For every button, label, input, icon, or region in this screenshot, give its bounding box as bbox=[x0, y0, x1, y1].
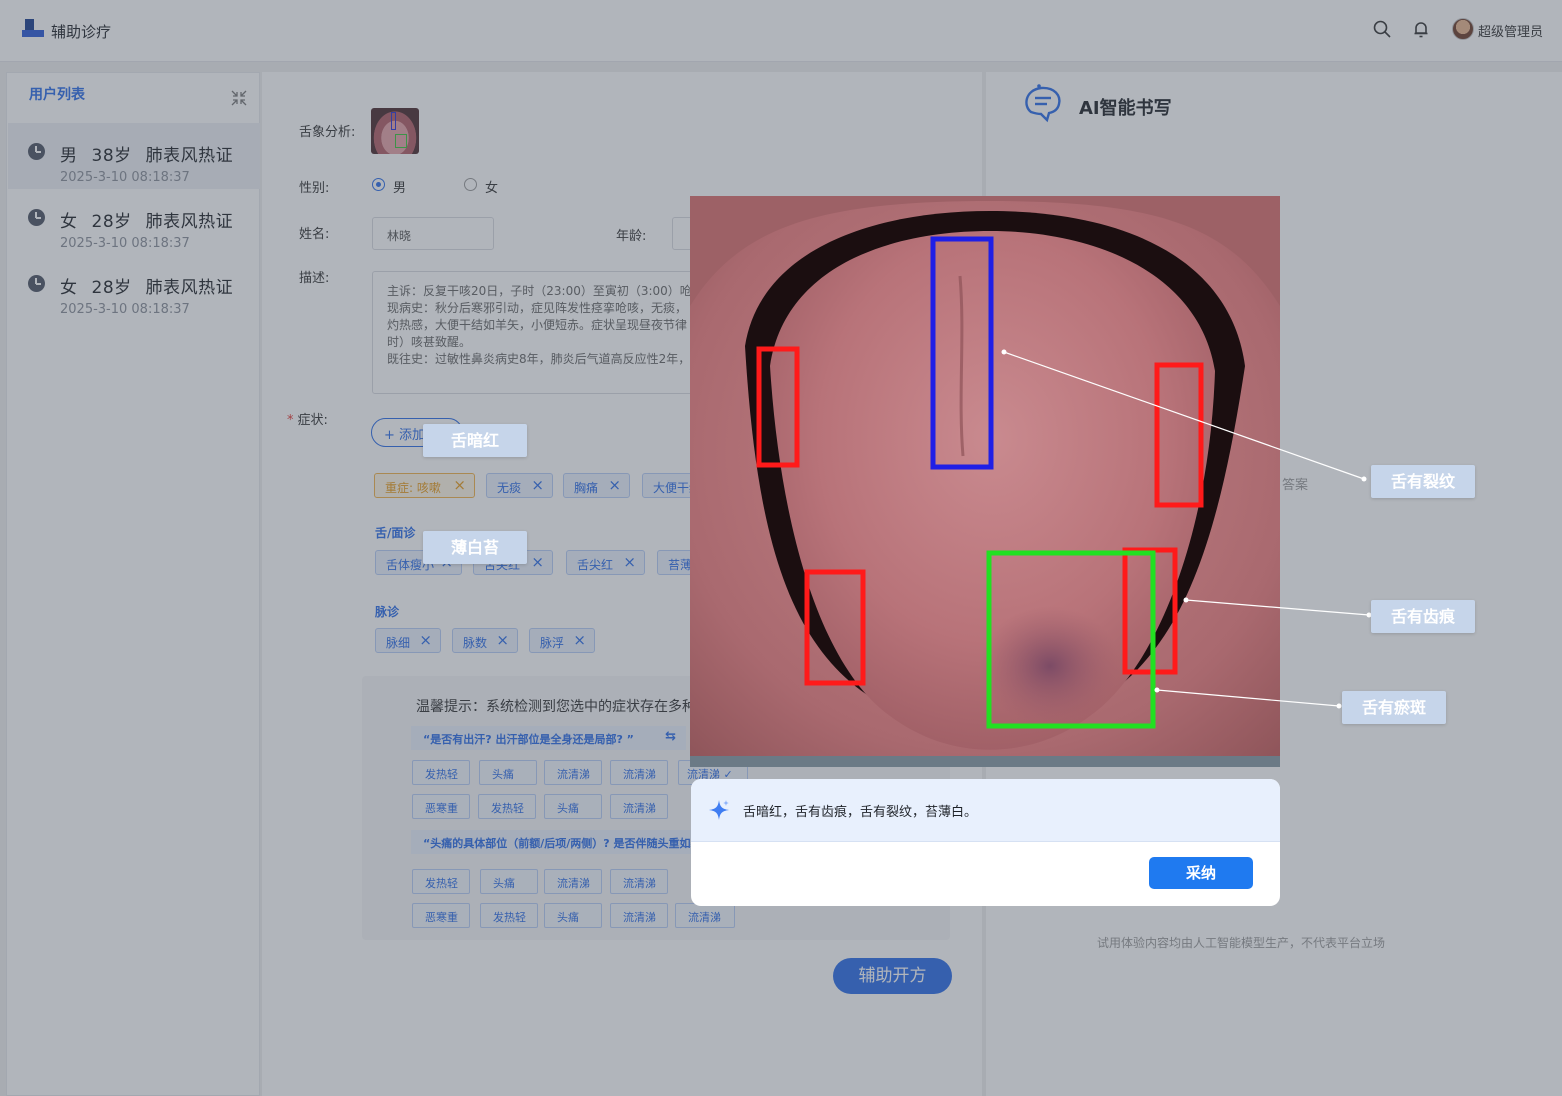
adopt-button[interactable]: 采纳 bbox=[1149, 857, 1253, 889]
sparkle-icon bbox=[708, 799, 730, 821]
result-summary: 舌暗红，舌有齿痕，舌有裂纹，苔薄白。 bbox=[691, 779, 1280, 842]
tongue-photo bbox=[690, 196, 1280, 767]
result-text: 舌暗红，舌有齿痕，舌有裂纹，苔薄白。 bbox=[743, 805, 978, 820]
analysis-result-card: 舌暗红，舌有齿痕，舌有裂纹，苔薄白。 采纳 bbox=[691, 779, 1280, 906]
label-thin-white-coating: 薄白苔 bbox=[423, 531, 527, 564]
label-ecchymosis: 舌有瘀斑 bbox=[1342, 691, 1446, 724]
label-tongue-cracks: 舌有裂纹 bbox=[1371, 465, 1475, 498]
label-teeth-marks: 舌有齿痕 bbox=[1371, 600, 1475, 633]
label-dark-red-tongue: 舌暗红 bbox=[423, 424, 527, 457]
